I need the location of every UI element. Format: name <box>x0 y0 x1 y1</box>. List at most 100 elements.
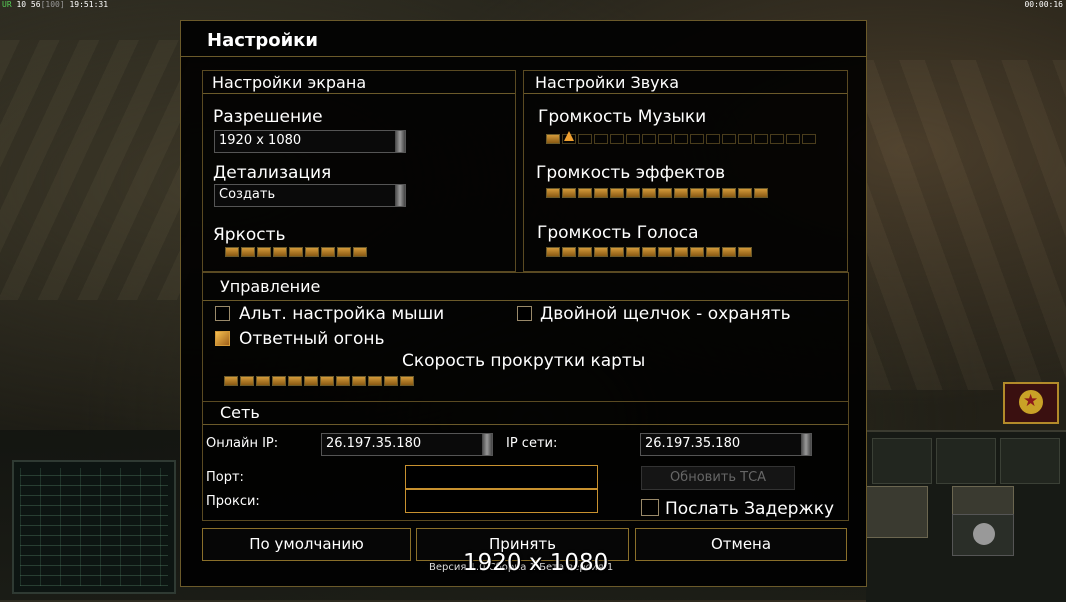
slider-segment[interactable] <box>626 134 640 144</box>
slider-segment[interactable] <box>722 134 736 144</box>
slider-segment[interactable] <box>272 376 286 386</box>
dropdown-arrow-icon[interactable] <box>801 434 811 455</box>
slider-segment[interactable] <box>690 247 704 257</box>
voice-volume-slider[interactable] <box>546 246 752 258</box>
slider-segment[interactable] <box>738 134 752 144</box>
dialog-title: Настройки <box>207 30 319 51</box>
slider-segment[interactable] <box>321 247 335 257</box>
defaults-button[interactable]: По умолчанию <box>202 528 411 561</box>
slider-segment[interactable] <box>562 188 576 198</box>
slider-segment[interactable] <box>642 188 656 198</box>
slider-segment[interactable] <box>546 188 560 198</box>
slider-segment[interactable] <box>336 376 350 386</box>
slider-segment[interactable] <box>674 188 688 198</box>
slider-segment[interactable] <box>578 134 592 144</box>
slider-segment[interactable] <box>240 376 254 386</box>
slider-segment[interactable] <box>368 376 382 386</box>
slider-segment[interactable] <box>706 247 720 257</box>
slider-segment[interactable] <box>626 247 640 257</box>
slider-segment[interactable] <box>802 134 816 144</box>
slider-segment[interactable] <box>337 247 351 257</box>
brightness-slider[interactable] <box>225 246 367 258</box>
slider-segment[interactable] <box>770 134 784 144</box>
slider-segment[interactable] <box>546 134 560 144</box>
slider-segment[interactable] <box>738 188 752 198</box>
slider-segment[interactable] <box>706 134 720 144</box>
slider-segment[interactable] <box>562 247 576 257</box>
lan-ip-dropdown[interactable]: 26.197.35.180 <box>640 433 812 456</box>
slider-segment[interactable] <box>722 247 736 257</box>
slider-segment[interactable] <box>578 247 592 257</box>
slider-segment[interactable] <box>241 247 255 257</box>
slider-segment[interactable] <box>353 247 367 257</box>
slider-segment[interactable] <box>594 188 608 198</box>
dropdown-arrow-icon[interactable] <box>482 434 492 455</box>
slider-segment[interactable] <box>224 376 238 386</box>
slider-segment[interactable] <box>352 376 366 386</box>
slider-segment[interactable] <box>706 188 720 198</box>
slider-segment[interactable] <box>610 134 624 144</box>
slider-segment[interactable] <box>754 188 768 198</box>
slider-segment[interactable] <box>754 134 768 144</box>
slider-segment[interactable] <box>320 376 334 386</box>
music-volume-slider[interactable] <box>546 131 816 145</box>
command-slot[interactable] <box>936 438 996 484</box>
hud-clock: 19:51:31 <box>69 0 109 9</box>
detail-dropdown[interactable]: Создать <box>214 184 406 207</box>
command-slot[interactable] <box>1000 438 1060 484</box>
proxy-field[interactable] <box>405 489 598 513</box>
slider-segment[interactable] <box>256 376 270 386</box>
slider-segment[interactable] <box>400 376 414 386</box>
slider-segment[interactable] <box>273 247 287 257</box>
send-delay-checkbox[interactable] <box>641 499 659 516</box>
port-field[interactable] <box>405 465 598 489</box>
slider-segment[interactable] <box>225 247 239 257</box>
slider-segment[interactable] <box>658 134 672 144</box>
dropdown-arrow-icon[interactable] <box>395 131 405 152</box>
port-label: Порт: <box>206 470 244 485</box>
alt-mouse-checkbox[interactable] <box>215 306 230 321</box>
slider-segment[interactable] <box>658 247 672 257</box>
scroll-speed-slider[interactable] <box>224 375 414 387</box>
slider-segment[interactable] <box>578 188 592 198</box>
refresh-tca-button[interactable]: Обновить ТСА <box>641 466 795 490</box>
cancel-button[interactable]: Отмена <box>635 528 847 561</box>
slider-segment[interactable] <box>289 247 303 257</box>
slider-segment[interactable] <box>738 247 752 257</box>
slider-segment[interactable] <box>594 247 608 257</box>
sound-settings-group: Настройки Звука Громкость Музыки Громкос… <box>523 70 848 272</box>
minimap[interactable] <box>12 460 176 594</box>
return-fire-checkbox[interactable] <box>215 331 230 346</box>
online-ip-dropdown[interactable]: 26.197.35.180 <box>321 433 493 456</box>
slider-segment[interactable] <box>257 247 271 257</box>
dropdown-arrow-icon[interactable] <box>395 185 405 206</box>
effects-volume-slider[interactable] <box>546 187 768 199</box>
slider-segment[interactable] <box>674 247 688 257</box>
terrain-background <box>0 40 190 300</box>
slider-segment[interactable] <box>288 376 302 386</box>
slider-segment[interactable] <box>786 134 800 144</box>
slider-segment[interactable] <box>304 376 318 386</box>
slider-segment[interactable] <box>642 247 656 257</box>
double-click-checkbox[interactable] <box>517 306 532 321</box>
resolution-dropdown[interactable]: 1920 x 1080 <box>214 130 406 153</box>
slider-segment[interactable] <box>690 188 704 198</box>
slider-segment[interactable] <box>610 247 624 257</box>
slider-segment[interactable] <box>722 188 736 198</box>
slider-segment[interactable] <box>594 134 608 144</box>
slider-segment[interactable] <box>674 134 688 144</box>
unit-portrait[interactable] <box>866 486 928 538</box>
slider-segment[interactable] <box>384 376 398 386</box>
slider-segment[interactable] <box>546 247 560 257</box>
lan-ip-label: IP сети: <box>506 436 558 451</box>
slider-segment[interactable] <box>626 188 640 198</box>
radiation-card[interactable] <box>952 514 1014 556</box>
slider-segment[interactable] <box>610 188 624 198</box>
slider-segment[interactable] <box>642 134 656 144</box>
slider-segment[interactable] <box>658 188 672 198</box>
command-slot[interactable] <box>872 438 932 484</box>
slider-segment[interactable] <box>305 247 319 257</box>
proxy-label: Прокси: <box>206 494 260 509</box>
slider-segment[interactable] <box>690 134 704 144</box>
slider-knob-icon[interactable] <box>564 131 574 141</box>
